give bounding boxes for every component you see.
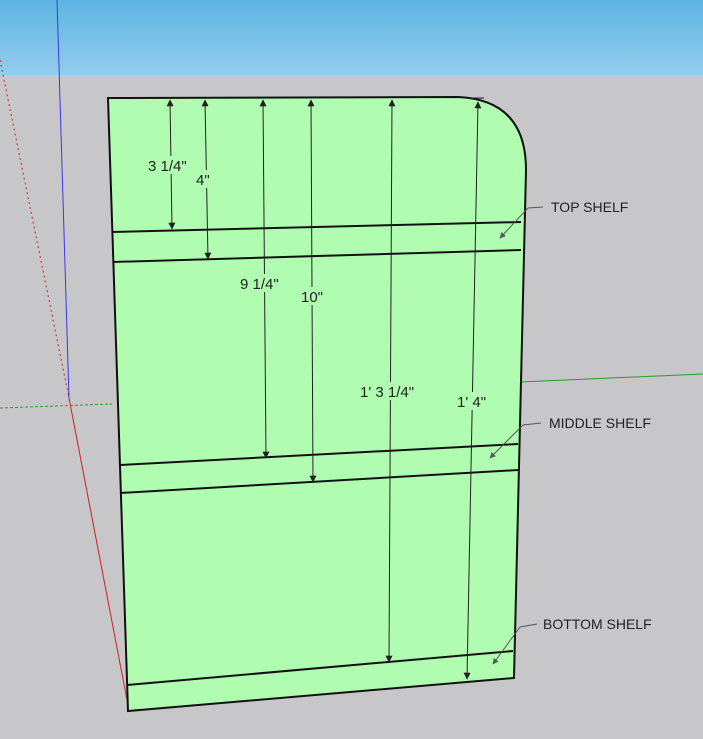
middle-shelf-leader <box>522 422 542 426</box>
dimension-label-2: 4" <box>196 172 210 189</box>
model-canvas[interactable]: 3 1/4" 4" 9 1/4" 10" 1' 3 1/4" 1' 4" TOP… <box>0 0 703 739</box>
blue-axis-line <box>56 0 70 399</box>
red-axis-dashed <box>0 59 70 399</box>
dimension-label-3: 9 1/4" <box>240 276 279 293</box>
bottom-shelf-leader <box>519 623 538 628</box>
dimension-label-5: 1' 3 1/4" <box>360 384 414 401</box>
green-axis-line <box>0 403 113 409</box>
middle-shelf-label: MIDDLE SHELF <box>549 415 651 431</box>
top-shelf-label: TOP SHELF <box>551 199 628 215</box>
dimension-label-1: 3 1/4" <box>148 158 187 175</box>
dimension-label-6: 1' 4" <box>457 394 486 411</box>
bottom-shelf-label: BOTTOM SHELF <box>543 616 652 632</box>
green-axis-line-solid <box>519 373 703 383</box>
sketchup-viewport[interactable]: 3 1/4" 4" 9 1/4" 10" 1' 3 1/4" 1' 4" TOP… <box>0 0 703 739</box>
dimension-label-4: 10" <box>301 289 323 306</box>
top-shelf-leader <box>527 206 544 209</box>
